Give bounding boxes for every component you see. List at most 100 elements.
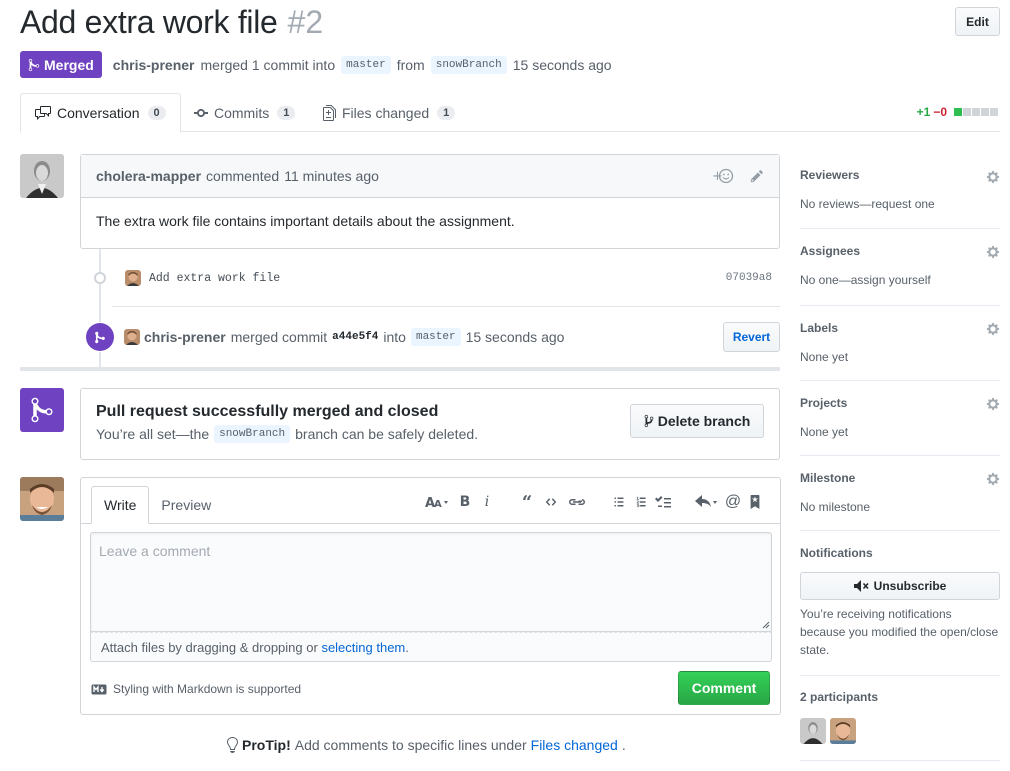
ordered-list-icon[interactable] [630, 491, 652, 513]
bold-icon[interactable]: B [454, 491, 476, 513]
protip-label: ProTip! [242, 737, 291, 753]
markdown-icon [91, 684, 107, 695]
merge-sha[interactable]: a44e5f4 [332, 331, 378, 343]
text-size-icon[interactable]: AA [424, 491, 454, 513]
current-user-avatar[interactable] [20, 477, 64, 521]
unordered-list-icon[interactable] [608, 491, 630, 513]
comment-body: The extra work file contains important d… [96, 213, 515, 229]
preview-tab[interactable]: Preview [149, 486, 223, 523]
comment-box: cholera-mapper commented 11 minutes ago … [80, 154, 780, 249]
merge-author[interactable]: chris-prener [144, 329, 226, 345]
comment-time[interactable]: 11 minutes ago [284, 168, 379, 184]
assignees-value[interactable]: No one—assign yourself [800, 273, 1000, 287]
italic-icon[interactable]: i [476, 491, 498, 513]
sidebar-assignees: Assignees No one—assign yourself [800, 229, 1000, 306]
milestone-value: No milestone [800, 500, 871, 514]
add-reaction-icon[interactable]: + [712, 168, 734, 184]
commit-message[interactable]: Add extra work file [149, 272, 280, 285]
reviewers-value[interactable]: No reviews—request one [800, 197, 1000, 211]
quote-icon[interactable]: “ [516, 491, 538, 513]
tab-commits[interactable]: Commits 1 [194, 93, 296, 132]
participant-avatar[interactable] [830, 718, 856, 744]
gear-icon[interactable] [986, 170, 1000, 184]
cholera-mapper-avatar[interactable] [20, 154, 64, 198]
base-branch[interactable]: master [341, 55, 391, 74]
commit-row: Add extra work file 07039a8 [80, 266, 780, 290]
projects-title[interactable]: Projects [800, 396, 1000, 410]
participants-title: 2 participants [800, 690, 879, 704]
projects-value: None yet [800, 425, 849, 439]
participant-avatar[interactable] [800, 718, 826, 744]
merge-event-time[interactable]: 15 seconds ago [466, 329, 565, 345]
comment-textarea[interactable]: Leave a comment [90, 532, 772, 632]
comment-discussion-icon [35, 105, 51, 121]
edit-button[interactable]: Edit [955, 7, 1000, 36]
tab-conversation[interactable]: Conversation 0 [20, 93, 181, 133]
form-tabs-border [81, 523, 780, 524]
merge-branch[interactable]: master [410, 328, 461, 346]
state-label: Merged [44, 56, 94, 73]
pr-title-row: Add extra work file #2 [20, 4, 323, 44]
merge-event-text: merged commit [230, 329, 328, 345]
write-tab[interactable]: Write [91, 486, 150, 524]
comment-submit-button[interactable]: Comment [678, 671, 770, 705]
diffstat-blocks [953, 108, 998, 116]
link-icon[interactable] [564, 491, 590, 513]
merged-branch[interactable]: snowBranch [214, 425, 291, 443]
from-text: from [396, 56, 425, 73]
author-link[interactable]: chris-prener [113, 57, 195, 73]
commit-author-avatar[interactable] [125, 270, 141, 286]
svg-text:A: A [434, 499, 442, 509]
commit-sha[interactable]: 07039a8 [726, 272, 772, 284]
tab-commits-label: Commits [214, 104, 270, 121]
comment-author[interactable]: cholera-mapper [96, 168, 201, 184]
labels-title[interactable]: Labels [800, 321, 1000, 335]
milestone-title[interactable]: Milestone [800, 471, 1000, 485]
merge-text: merged 1 commit into [200, 56, 336, 73]
gear-icon[interactable] [986, 245, 1000, 259]
tab-conversation-label: Conversation [57, 105, 140, 121]
tab-files-changed[interactable]: Files changed 1 [323, 93, 456, 132]
attach-files-bar[interactable]: Attach files by dragging & dropping or s… [90, 632, 772, 662]
sidebar-notifications: Notifications Unsubscribe You’re receivi… [800, 531, 1000, 676]
markdown-note-text: Styling with Markdown is supported [113, 682, 302, 696]
markdown-note[interactable]: Styling with Markdown is supported [91, 682, 301, 696]
select-files-link[interactable]: selecting them [321, 640, 405, 655]
gear-icon[interactable] [986, 397, 1000, 411]
assignees-title[interactable]: Assignees [800, 244, 1000, 258]
bookmark-icon[interactable] [744, 491, 766, 513]
task-list-icon[interactable] [652, 491, 674, 513]
pr-tabs: Conversation 0 Commits 1 Files changed 1… [20, 93, 1000, 133]
sidebar: Reviewers No reviews—request one Assigne… [800, 154, 1000, 761]
mention-icon[interactable]: @ [722, 491, 744, 513]
delete-branch-button[interactable]: Delete branch [630, 404, 764, 438]
git-commit-icon [194, 105, 208, 121]
unsubscribe-button[interactable]: Unsubscribe [800, 572, 1000, 600]
reviewers-title[interactable]: Reviewers [800, 168, 1000, 182]
gear-icon[interactable] [986, 322, 1000, 336]
sidebar-participants: 2 participants [800, 676, 1000, 761]
git-branch-icon [644, 414, 654, 428]
notifications-title: Notifications [800, 546, 873, 560]
unsubscribe-label: Unsubscribe [873, 579, 947, 593]
gear-icon[interactable] [986, 472, 1000, 486]
light-bulb-icon [226, 737, 238, 753]
reply-icon[interactable] [692, 491, 722, 513]
head-branch[interactable]: snowBranch [430, 55, 507, 74]
protip-files-link[interactable]: Files changed [531, 737, 618, 753]
tab-files-count: 1 [437, 105, 456, 120]
attach-prefix: Attach files by dragging & dropping or [101, 639, 318, 655]
tab-conversation-count: 0 [147, 106, 166, 120]
merge-into: into [383, 329, 406, 345]
diffstat-block [963, 108, 971, 116]
merger-avatar[interactable] [124, 329, 140, 345]
labels-value: None yet [800, 350, 849, 364]
merged-status-icon [20, 388, 64, 432]
code-icon[interactable] [538, 491, 564, 513]
revert-button[interactable]: Revert [723, 322, 780, 352]
merged-status-box: Pull request successfully merged and clo… [80, 388, 780, 460]
participants-list [800, 718, 1000, 744]
resize-handle-icon[interactable] [762, 621, 770, 629]
pencil-icon[interactable] [750, 169, 764, 183]
markdown-toolbar: AA B i “ @ [424, 491, 766, 513]
